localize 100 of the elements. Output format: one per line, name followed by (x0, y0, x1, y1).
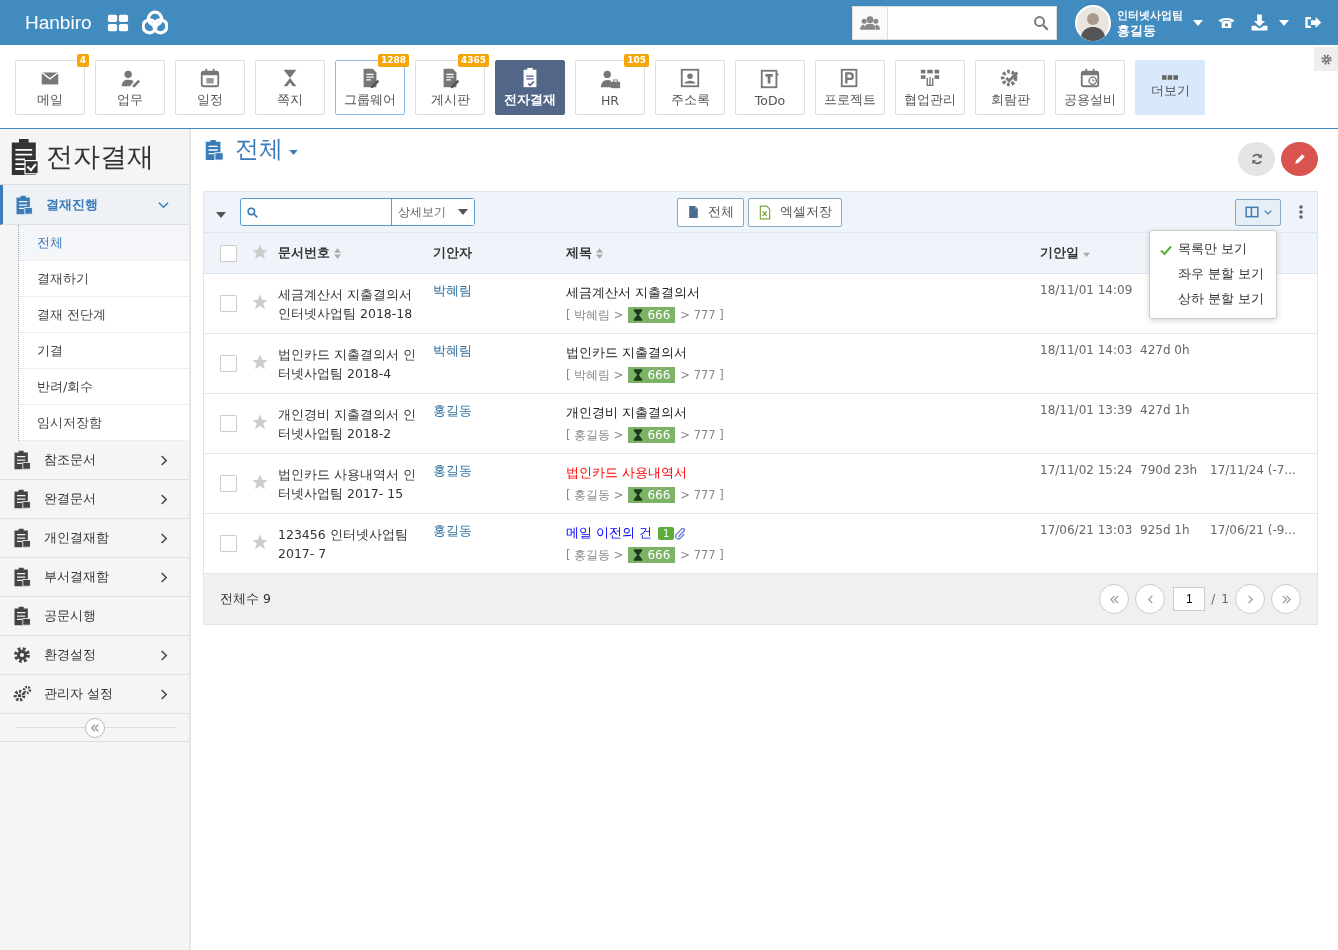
document-title-link[interactable]: 세금계산서 지출결의서 (566, 284, 700, 302)
star-icon[interactable] (251, 353, 269, 371)
column-header[interactable]: 기안자 (433, 244, 472, 262)
app-tab[interactable]: 주소록 (655, 60, 725, 115)
table-cell-text: 18/11/01 13:39 (1040, 403, 1134, 417)
document-title-link[interactable]: 개인경비 지출결의서 (566, 404, 687, 422)
rings-icon[interactable] (141, 9, 168, 36)
chevron-icon (158, 571, 169, 583)
star-icon[interactable] (251, 533, 269, 551)
sidebar-item[interactable]: 참조문서 (0, 441, 189, 480)
view-toggle-button[interactable] (1235, 198, 1281, 226)
table-cell-text: 법인카드 지출결의서 인터넷사업팀 2018-4 (278, 346, 417, 383)
caret-icon[interactable] (216, 212, 226, 218)
row-checkbox[interactable] (220, 535, 237, 552)
sidebar-item[interactable]: 환경설정 (0, 636, 189, 675)
app-tab[interactable]: 공용설비 (1055, 60, 1125, 115)
compose-button[interactable] (1281, 142, 1318, 176)
app-tab[interactable]: ToDo (735, 60, 805, 115)
submenu-item[interactable]: 기결 (19, 333, 189, 369)
all-button[interactable]: 전체 (677, 197, 744, 227)
column-header[interactable]: 문서번호 (278, 244, 330, 262)
row-checkbox[interactable] (220, 475, 237, 492)
sidebar-item[interactable]: 공문시행 (0, 597, 189, 636)
last-page-button[interactable] (1271, 584, 1301, 614)
chevron-icon (158, 493, 169, 505)
hourglass-icon (633, 369, 644, 381)
caret-icon[interactable] (289, 150, 298, 155)
app-tab[interactable]: 회람판 (975, 60, 1045, 115)
sort-icon[interactable] (334, 247, 341, 259)
settings-button[interactable] (1314, 47, 1338, 71)
document-title-link[interactable]: 메일 이전의 건 (566, 524, 652, 542)
search-icon[interactable] (1032, 13, 1050, 32)
app-tab[interactable]: 더보기 (1135, 60, 1205, 115)
column-header[interactable]: 제목 (566, 244, 592, 262)
chevron-icon (158, 199, 169, 210)
submenu-item[interactable]: 전체 (19, 225, 189, 261)
next-page-button[interactable] (1235, 584, 1265, 614)
app-tab[interactable]: 프로젝트 (815, 60, 885, 115)
refresh-icon (1249, 152, 1264, 166)
app-tab[interactable]: 일정 (175, 60, 245, 115)
app-tab[interactable]: 쪽지 (255, 60, 325, 115)
page-input[interactable]: 1 (1173, 587, 1206, 611)
star-icon[interactable] (251, 413, 269, 431)
sidebar-item[interactable]: 완결문서 (0, 480, 189, 519)
sidebar-item[interactable]: 개인결재함 (0, 519, 189, 558)
submenu-item[interactable]: 임시저장함 (19, 405, 189, 441)
avatar[interactable] (1075, 4, 1111, 41)
table-cell-text: 세금계산서 지출결의서 인터넷사업팀 2018-18 (278, 286, 414, 323)
submenu-item[interactable]: 반려/회수 (19, 369, 189, 405)
sidebar-item[interactable]: 결재진행 (0, 185, 189, 225)
current-approver-badge: 666 (628, 367, 676, 383)
star-icon[interactable] (251, 473, 269, 491)
approval-line-text: [ 홍길동 > (566, 487, 624, 503)
drafter-link[interactable]: 홍길동 (433, 523, 472, 538)
drafter-link[interactable]: 홍길동 (433, 463, 472, 478)
first-page-button[interactable] (1099, 584, 1130, 614)
clipboard-icon (203, 138, 225, 162)
approval-line-text: > 777 ] (680, 488, 724, 502)
sidebar-item[interactable]: 부서결재함 (0, 558, 189, 597)
previous-page-button[interactable] (1135, 584, 1166, 614)
hourglass-icon (633, 489, 644, 501)
page-title[interactable]: 전체 (235, 136, 283, 162)
app-tab[interactable]: 협업관리 (895, 60, 965, 115)
app-tab[interactable]: 전자결재 (495, 60, 565, 115)
drafter-link[interactable]: 박혜림 (433, 283, 472, 298)
submenu-item[interactable]: 결재 전단계 (19, 297, 189, 333)
caret-icon[interactable] (1279, 19, 1289, 26)
submenu-item[interactable]: 결재하기 (19, 261, 189, 297)
drafter-link[interactable]: 홍길동 (433, 403, 472, 418)
kebab-menu-icon[interactable] (1299, 205, 1303, 219)
row-checkbox[interactable] (220, 355, 237, 372)
table-cell-text: 17/11/02 15:24 (1040, 463, 1134, 477)
collapse-button[interactable] (84, 717, 105, 738)
clipboard-icon (14, 194, 34, 215)
comment-count-badge: 1 (657, 526, 675, 540)
refresh-button[interactable] (1238, 142, 1275, 176)
gears-icon (12, 684, 32, 704)
row-checkbox[interactable] (220, 295, 237, 312)
sort-icon[interactable] (596, 247, 603, 259)
caret-icon[interactable] (1193, 19, 1203, 26)
letter-box-icon (759, 67, 781, 90)
menu-item[interactable]: 상하 분할 보기 (1150, 287, 1276, 312)
excel-button[interactable]: 엑셀저장 (748, 197, 842, 227)
drafter-link[interactable]: 박혜림 (433, 343, 472, 358)
menu-item[interactable]: 좌우 분할 보기 (1150, 262, 1276, 287)
menu-item[interactable]: 목록만 보기 (1150, 237, 1276, 262)
table-cell-text: 17/06/21 13:03 (1040, 523, 1134, 537)
app-tab[interactable]: 업무 (95, 60, 165, 115)
star-icon[interactable] (251, 293, 269, 311)
count-badge: 4 (76, 54, 89, 67)
document-title-link[interactable]: 법인카드 지출결의서 (566, 344, 687, 362)
select-all-checkbox[interactable] (220, 244, 237, 262)
document-icon (687, 205, 700, 219)
double-chevron-icon (1280, 593, 1292, 605)
row-checkbox[interactable] (220, 415, 237, 432)
logo[interactable]: Hanbiro (25, 11, 92, 34)
document-title-link[interactable]: 법인카드 사용내역서 (566, 464, 687, 482)
download-icon[interactable] (1250, 13, 1269, 32)
column-header[interactable]: 기안일 (1040, 244, 1079, 262)
columns-icon (1244, 205, 1259, 219)
